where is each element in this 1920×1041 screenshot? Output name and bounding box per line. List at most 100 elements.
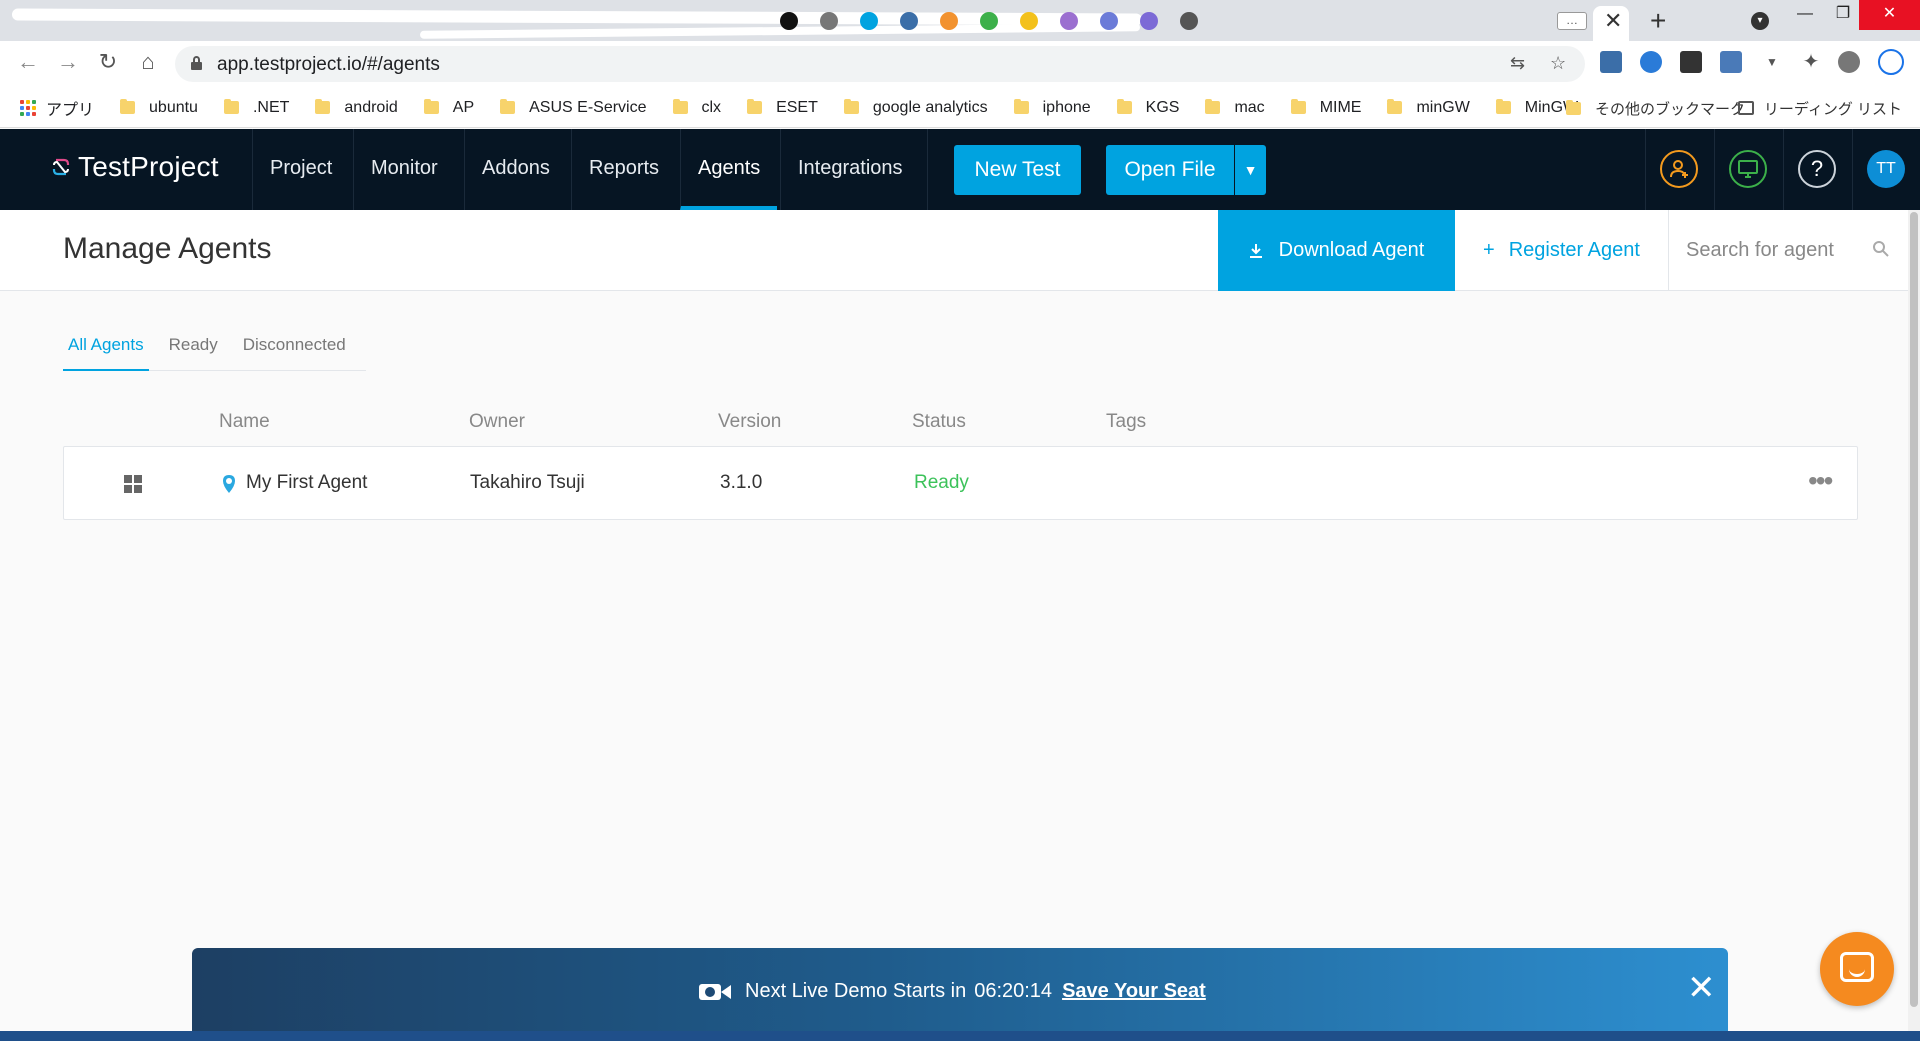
nav-monitor[interactable]: Monitor	[353, 129, 455, 210]
agent-name[interactable]: My First Agent	[246, 472, 367, 494]
bookmark-folder[interactable]: MIME	[1290, 99, 1361, 117]
avatar[interactable]: TT	[1867, 150, 1905, 188]
extension-icon[interactable]	[1680, 51, 1702, 73]
nav-integrations[interactable]: Integrations	[780, 129, 920, 210]
nav-divider	[927, 129, 928, 210]
table-row[interactable]: My First Agent Takahiro Tsuji 3.1.0 Read…	[63, 446, 1858, 520]
profile-avatar-icon[interactable]	[1838, 51, 1860, 73]
invite-user-icon[interactable]	[1660, 150, 1698, 188]
tab-favicon[interactable]	[900, 12, 918, 30]
tab-search-icon[interactable]: ▾	[1751, 12, 1769, 30]
bookmarks-bar: アプリ ubuntu .NET android AP ASUS E-Servic…	[0, 88, 1920, 128]
other-bookmarks[interactable]: その他のブックマーク	[1565, 88, 1745, 127]
extensions-puzzle-icon[interactable]: ✦	[1795, 49, 1827, 74]
forward-icon[interactable]: →	[52, 49, 84, 75]
bookmark-folder[interactable]: android	[315, 99, 398, 117]
bookmark-folder[interactable]: AP	[423, 98, 475, 117]
url-text[interactable]: app.testproject.io/#/agents	[217, 54, 440, 76]
new-test-button[interactable]: New Test	[954, 145, 1081, 195]
address-bar[interactable]: app.testproject.io/#/agents ⇆ ☆	[175, 46, 1585, 82]
save-seat-link[interactable]: Save Your Seat	[1062, 980, 1206, 1003]
chat-button[interactable]	[1820, 932, 1894, 1006]
home-icon[interactable]: ⌂	[132, 49, 164, 75]
tab-favicon[interactable]	[1140, 12, 1158, 30]
folder-icon	[315, 99, 331, 114]
bookmark-folder[interactable]: minGW	[1387, 99, 1470, 117]
nav-agents[interactable]: Agents	[680, 129, 778, 210]
folder-icon	[1013, 99, 1029, 114]
search-icon[interactable]	[1872, 240, 1890, 258]
extension-dropdown-icon[interactable]: ▼	[1756, 55, 1788, 69]
bookmark-folder[interactable]: ubuntu	[120, 99, 198, 117]
close-icon[interactable]: ✕	[1687, 968, 1716, 1008]
bookmark-folder[interactable]: KGS	[1116, 98, 1180, 117]
tab-favicon[interactable]	[1100, 12, 1118, 30]
window-close-icon[interactable]: ✕	[1859, 0, 1920, 30]
apps-grid-icon	[20, 99, 36, 116]
tab-favicon[interactable]	[980, 12, 998, 30]
search-input[interactable]	[1686, 234, 1866, 266]
scrollbar[interactable]	[1908, 210, 1920, 1041]
new-tab-icon[interactable]: +	[1650, 5, 1666, 37]
bookmark-apps[interactable]: アプリ	[20, 96, 94, 120]
logo[interactable]: TestProject	[50, 151, 219, 183]
bookmark-label: アプリ	[46, 101, 95, 119]
extension-icon[interactable]	[1720, 51, 1742, 73]
reload-icon[interactable]: ↻	[92, 49, 124, 75]
open-file-dropdown-icon[interactable]: ▼	[1235, 145, 1266, 195]
bookmark-label: ubuntu	[149, 98, 198, 116]
download-agent-label: Download Agent	[1278, 239, 1425, 261]
tab-favicon[interactable]	[780, 12, 798, 30]
tab-favicon[interactable]	[860, 12, 878, 30]
bookmark-label: AP	[452, 98, 475, 116]
column-header-name[interactable]: Name	[219, 411, 270, 433]
bookmark-folder[interactable]: clx	[672, 99, 721, 117]
nav-addons[interactable]: Addons	[464, 129, 567, 210]
app-header: TestProject Project Monitor Addons Repor…	[0, 129, 1920, 210]
extension-icon[interactable]	[1600, 51, 1622, 73]
status-badge: Ready	[914, 472, 969, 493]
tab-favicon[interactable]	[940, 12, 958, 30]
bookmark-folder[interactable]: ASUS E-Service	[500, 98, 647, 117]
column-header-tags[interactable]: Tags	[1106, 411, 1146, 433]
tab-favicon[interactable]	[820, 12, 838, 30]
folder-icon	[1290, 99, 1306, 114]
open-file-button[interactable]: Open File	[1106, 145, 1234, 195]
tab-favicon[interactable]	[1180, 12, 1198, 30]
bookmark-label: ASUS E-Service	[529, 98, 647, 116]
nav-reports[interactable]: Reports	[571, 129, 676, 210]
bookmark-folder[interactable]: mac	[1205, 99, 1265, 117]
help-icon[interactable]: ?	[1798, 150, 1836, 188]
bookmark-folder[interactable]: ESET	[747, 99, 818, 117]
nav-project[interactable]: Project	[252, 129, 349, 210]
lock-icon[interactable]	[191, 56, 202, 70]
extension-icon[interactable]	[1640, 51, 1662, 73]
bookmark-folder[interactable]: iphone	[1013, 99, 1091, 117]
tab-favicon[interactable]	[1020, 12, 1038, 30]
other-bookmarks-label: その他のブックマーク	[1594, 100, 1745, 118]
bookmark-folder[interactable]: google analytics	[843, 99, 988, 117]
tab-disconnected[interactable]: Disconnected	[238, 327, 351, 370]
tab-all-agents[interactable]: All Agents	[63, 327, 149, 371]
column-header-status[interactable]: Status	[912, 411, 966, 433]
translate-icon[interactable]: ⇆	[1510, 53, 1525, 74]
chrome-menu-icon[interactable]	[1878, 49, 1904, 75]
tab-favicon[interactable]	[1060, 12, 1078, 30]
tab-favicon-active[interactable]: …	[1557, 12, 1587, 30]
bookmark-star-icon[interactable]: ☆	[1550, 53, 1566, 74]
os-taskbar	[0, 1031, 1920, 1041]
tab-close-icon[interactable]: ✕	[1604, 8, 1622, 34]
register-agent-button[interactable]: + Register Agent	[1455, 210, 1669, 291]
reading-list[interactable]: リーディング リスト	[1737, 88, 1902, 127]
column-header-owner[interactable]: Owner	[469, 411, 525, 433]
agent-monitor-icon[interactable]	[1729, 150, 1767, 188]
scrollbar-thumb[interactable]	[1910, 212, 1918, 1007]
column-header-version[interactable]: Version	[718, 411, 781, 433]
back-icon[interactable]: ←	[12, 49, 44, 75]
bookmark-folder[interactable]: .NET	[223, 99, 289, 117]
more-options-icon[interactable]: •••	[1808, 465, 1833, 497]
tab-ready[interactable]: Ready	[164, 327, 223, 370]
folder-icon	[500, 99, 516, 114]
bookmark-label: KGS	[1145, 98, 1180, 116]
download-agent-button[interactable]: Download Agent	[1218, 210, 1455, 291]
